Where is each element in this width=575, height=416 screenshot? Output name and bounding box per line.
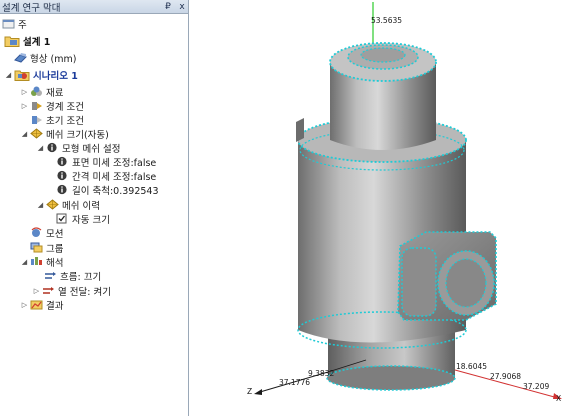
x-axis-label: X xyxy=(556,394,561,403)
tree-label-root: 주 xyxy=(18,19,27,31)
close-icon[interactable]: x xyxy=(176,1,188,13)
tree-label-scenario: 시나리오 1 xyxy=(33,70,78,82)
expand-arrow-icon[interactable]: ▷ xyxy=(32,287,41,295)
initial-condition-icon xyxy=(30,114,43,125)
top-boss-inner xyxy=(360,47,406,63)
expand-arrow-icon[interactable]: ▷ xyxy=(20,301,29,309)
tree-item-auto-size[interactable]: 자동 크기 xyxy=(56,212,110,226)
design-study-panel: 설계 연구 막대 ₽ x 주 설계 1 형상 (mm) ◢ 시나리오 1 ▷ 재… xyxy=(0,0,189,416)
root-icon xyxy=(2,18,15,29)
tree-label-motion: 모션 xyxy=(46,228,64,240)
expand-arrow-icon[interactable]: ▷ xyxy=(20,88,29,96)
tree-label-mesh-history: 메쉬 이력 xyxy=(62,200,100,212)
mesh-icon xyxy=(46,199,59,210)
z-axis-label: Z xyxy=(247,387,252,396)
tree-item-model-mesh[interactable]: ◢ 모형 메쉬 설정 xyxy=(36,141,121,155)
results-icon xyxy=(30,299,43,310)
solve-icon xyxy=(30,256,43,267)
x-axis-mid: 27.9068 xyxy=(490,372,521,381)
collapse-arrow-icon[interactable]: ◢ xyxy=(20,130,29,138)
tree-label-auto-size: 자동 크기 xyxy=(72,214,110,226)
model-canvas[interactable]: 53.5635 Z 37.1776 9.3832 X 18.6045 27.90… xyxy=(190,0,575,416)
info-icon xyxy=(56,184,69,195)
flow-icon xyxy=(44,270,57,281)
tree-label-shape: 형상 (mm) xyxy=(30,53,77,65)
panel-title-bar: 설계 연구 막대 ₽ x xyxy=(0,0,188,14)
tree-item-initial[interactable]: 초기 조건 xyxy=(30,113,84,127)
tree-item-gap-refine[interactable]: 간격 미세 조정:false xyxy=(56,169,157,183)
side-port-face xyxy=(401,247,437,317)
tree-label-surface-refine: 표면 미세 조정:false xyxy=(72,157,157,169)
tree-item-flow[interactable]: 흐름: 끄기 xyxy=(44,269,102,283)
bottom-cylinder-edge xyxy=(326,365,456,391)
info-icon xyxy=(56,170,69,181)
mesh-icon xyxy=(30,128,43,139)
motion-icon xyxy=(30,227,43,238)
checkbox-checked-icon[interactable] xyxy=(56,213,69,224)
geometry-icon xyxy=(14,52,27,63)
3d-viewport[interactable]: 53.5635 Z 37.1776 9.3832 X 18.6045 27.90… xyxy=(190,0,575,416)
collapse-arrow-icon[interactable]: ◢ xyxy=(36,201,45,209)
info-icon xyxy=(46,142,59,153)
collapse-arrow-icon[interactable]: ◢ xyxy=(4,71,13,79)
tree-label-heat: 열 전달: 켜기 xyxy=(58,286,111,298)
tree-label-boundary: 경계 조건 xyxy=(46,101,84,113)
tree-item-results[interactable]: ▷ 결과 xyxy=(20,298,64,312)
pin-icon[interactable]: ₽ xyxy=(162,1,174,13)
tree-label-length-scale: 길이 축척:0.392543 xyxy=(72,185,159,197)
y-axis-value: 53.5635 xyxy=(371,16,402,25)
tree-item-mesh-size[interactable]: ◢ 메쉬 크기(자동) xyxy=(20,127,109,141)
panel-title: 설계 연구 막대 xyxy=(2,2,61,14)
boundary-icon xyxy=(30,100,43,111)
tree-label-flow: 흐름: 끄기 xyxy=(60,271,102,283)
tree-item-heat[interactable]: ▷ 열 전달: 켜기 xyxy=(32,284,111,298)
group-icon xyxy=(30,242,43,253)
x-axis-end: 37.209 xyxy=(523,382,549,391)
side-tab xyxy=(296,118,304,142)
tree-item-length-scale[interactable]: 길이 축척:0.392543 xyxy=(56,183,159,197)
tree-item-design[interactable]: 설계 1 xyxy=(4,34,51,48)
scenario-folder-icon xyxy=(14,68,30,81)
tree-label-group: 그룹 xyxy=(46,243,64,255)
tree-label-model-mesh: 모형 메쉬 설정 xyxy=(62,143,121,155)
design-folder-icon xyxy=(4,34,20,47)
tree-item-solve[interactable]: ◢ 해석 xyxy=(20,255,64,269)
tree-item-motion[interactable]: 모션 xyxy=(30,226,64,240)
tree-label-design: 설계 1 xyxy=(23,36,51,48)
z-axis-origin: 9.3832 xyxy=(308,369,334,378)
tree-label-gap-refine: 간격 미세 조정:false xyxy=(72,171,157,183)
tree-label-materials: 재료 xyxy=(46,87,64,99)
tree-item-scenario[interactable]: ◢ 시나리오 1 xyxy=(4,68,78,82)
tree-label-results: 결과 xyxy=(46,300,64,312)
x-axis-origin: 18.6045 xyxy=(456,362,487,371)
tree-item-group[interactable]: 그룹 xyxy=(30,241,64,255)
collapse-arrow-icon[interactable]: ◢ xyxy=(36,144,45,152)
info-icon xyxy=(56,156,69,167)
tree-item-root[interactable]: 주 xyxy=(2,17,27,31)
tree-item-boundary[interactable]: ▷ 경계 조건 xyxy=(20,99,84,113)
tree-label-solve: 해석 xyxy=(46,257,64,269)
tree-item-shape[interactable]: 형상 (mm) xyxy=(14,51,77,65)
tree-label-mesh-size: 메쉬 크기(자동) xyxy=(46,129,109,141)
z-axis-mid: 37.1776 xyxy=(279,378,310,387)
tree-item-materials[interactable]: ▷ 재료 xyxy=(20,85,64,99)
heat-transfer-icon xyxy=(42,285,55,296)
tree-item-mesh-history[interactable]: ◢ 메쉬 이력 xyxy=(36,198,100,212)
tree-label-initial: 초기 조건 xyxy=(46,115,84,127)
side-port-circle-inner xyxy=(445,258,487,308)
tree-item-surface-refine[interactable]: 표면 미세 조정:false xyxy=(56,155,157,169)
collapse-arrow-icon[interactable]: ◢ xyxy=(20,258,29,266)
z-axis-arrow xyxy=(254,389,262,395)
expand-arrow-icon[interactable]: ▷ xyxy=(20,102,29,110)
materials-icon xyxy=(30,86,43,97)
